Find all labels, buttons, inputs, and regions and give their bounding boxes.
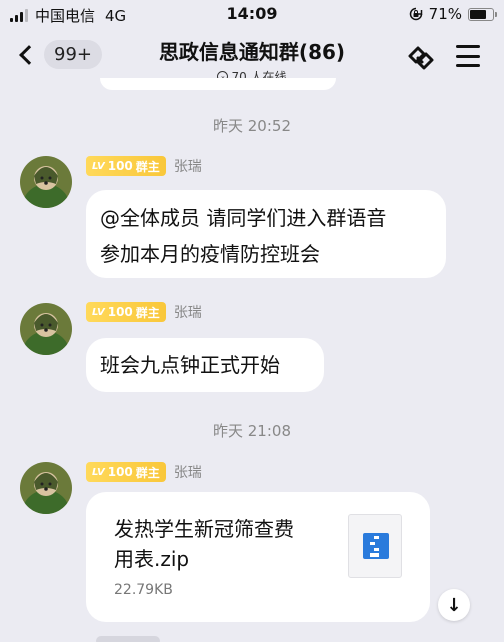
file-message-card[interactable]: 发热学生新冠筛查费 用表.zip 22.79KB [86, 492, 430, 622]
zip-file-icon [348, 514, 402, 578]
battery-icon [468, 7, 497, 21]
level-label: LV [92, 466, 105, 478]
level-badge: LV 100 群主 [86, 302, 166, 322]
sender-meta: LV 100 群主 张瑞 [86, 462, 202, 482]
level-number: 100 [107, 465, 133, 479]
sender-name: 张瑞 [173, 305, 202, 321]
menu-button[interactable] [456, 45, 480, 67]
message-line: @全体成员 请同学们进入群语音 [100, 206, 387, 230]
file-name-line: 用表.zip [114, 547, 190, 571]
message-timestamp: 昨天 21:08 [213, 422, 291, 440]
level-badge: LV 100 群主 [86, 462, 166, 482]
menu-icon [456, 45, 480, 48]
status-bar: 中国电信 4G 14:09 71% [0, 0, 504, 30]
message-line: 参加本月的疫情防控班会 [100, 242, 320, 266]
message-line: 班会九点钟正式开始 [100, 353, 280, 377]
level-label: LV [92, 306, 105, 318]
level-badge: LV 100 群主 [86, 156, 166, 176]
battery-percent: 71% [428, 5, 462, 23]
arrow-down-icon: ↓ [446, 594, 462, 616]
message-timestamp: 昨天 20:52 [213, 117, 291, 135]
share-link-icon[interactable] [404, 42, 438, 76]
role-label: 群主 [135, 305, 160, 320]
message-bubble[interactable]: 班会九点钟正式开始 [86, 338, 324, 392]
next-message-preview [96, 636, 160, 642]
message-bubble[interactable]: @全体成员 请同学们进入群语音 参加本月的疫情防控班会 [86, 190, 446, 278]
sender-meta: LV 100 群主 张瑞 [86, 302, 202, 322]
level-number: 100 [107, 159, 133, 173]
previous-message-bubble[interactable] [100, 78, 336, 90]
sender-name: 张瑞 [173, 465, 202, 481]
rotation-lock-icon [409, 7, 422, 21]
avatar[interactable] [20, 303, 72, 355]
avatar[interactable] [20, 462, 72, 514]
avatar[interactable] [20, 156, 72, 208]
role-label: 群主 [135, 465, 160, 480]
role-label: 群主 [135, 159, 160, 174]
level-label: LV [92, 160, 105, 172]
file-name-line: 发热学生新冠筛查费 [114, 517, 294, 541]
sender-meta: LV 100 群主 张瑞 [86, 156, 202, 176]
file-size: 22.79KB [114, 582, 173, 598]
file-name: 发热学生新冠筛查费 用表.zip [114, 514, 334, 574]
level-number: 100 [107, 305, 133, 319]
scroll-to-bottom-button[interactable]: ↓ [438, 589, 470, 621]
sender-name: 张瑞 [173, 159, 202, 175]
